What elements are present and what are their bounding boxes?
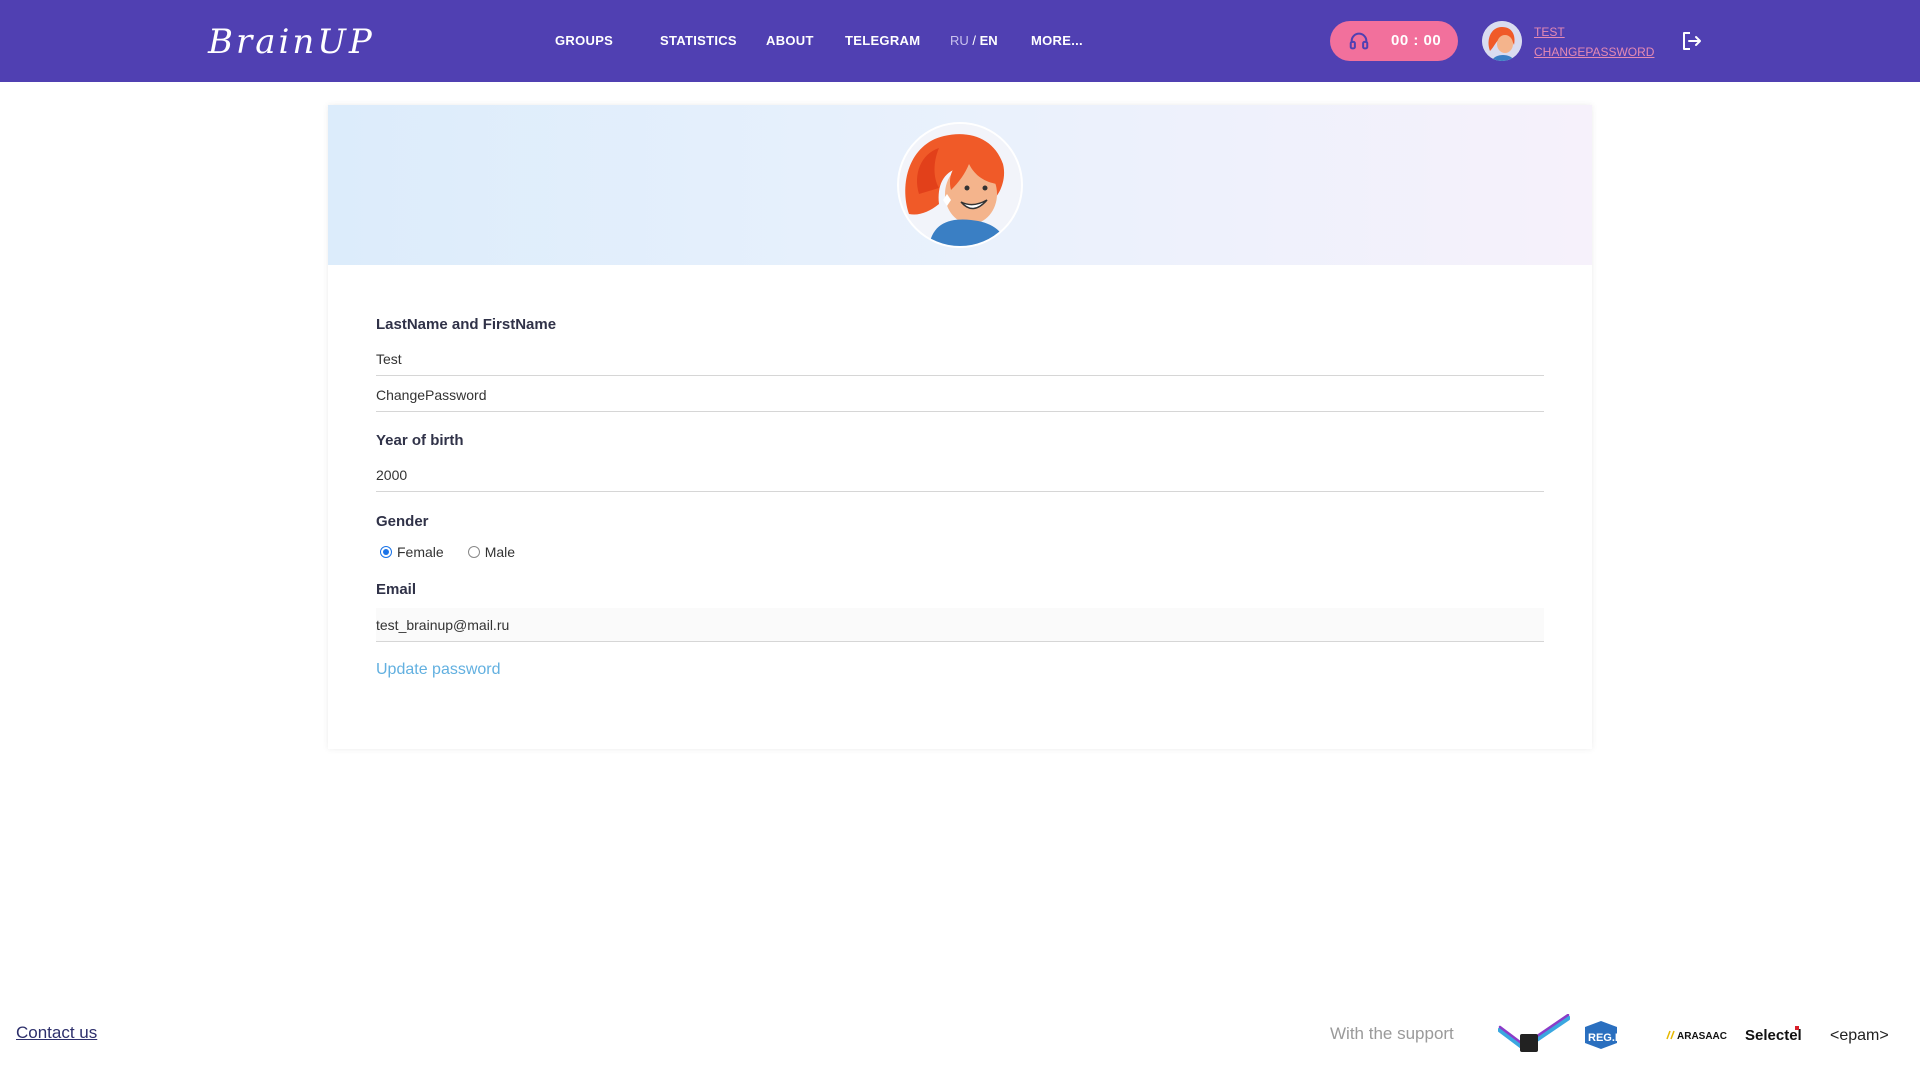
arasaac-text: ARASAAC <box>1677 1031 1727 1042</box>
gender-male-label: Male <box>484 544 516 560</box>
profile-card: LastName and FirstName Test ChangePasswo… <box>328 105 1592 749</box>
gender-male-radio[interactable] <box>467 546 480 558</box>
gender-label: Gender <box>376 513 429 530</box>
lang-separator: / <box>968 33 980 48</box>
sponsor-arasaac-logo[interactable]: ARASAAC <box>1665 1015 1735 1055</box>
audio-timer-button[interactable]: 00 : 00 <box>1330 21 1458 61</box>
nav-more[interactable]: MORE... <box>1031 33 1083 48</box>
contact-us-link[interactable]: Contact us <box>16 1023 97 1043</box>
name-label: LastName and FirstName <box>376 316 557 333</box>
nav-groups[interactable]: GROUPS <box>555 33 613 48</box>
birth-year-field[interactable]: 2000 <box>376 458 1544 492</box>
gender-female-radio[interactable] <box>380 546 392 558</box>
profile-banner <box>328 105 1592 265</box>
top-navbar: BrainUP GROUPS STATISTICS ABOUT TELEGRAM… <box>0 0 1920 82</box>
timer-value: 00 : 00 <box>1391 32 1442 49</box>
nav-telegram[interactable]: TELEGRAM <box>845 33 920 48</box>
last-name-field[interactable]: ChangePassword <box>376 378 1544 412</box>
language-switcher: RU / EN <box>950 33 998 48</box>
update-password-link[interactable]: Update password <box>376 661 501 679</box>
sponsor-selectel-logo[interactable]: Selectel <box>1745 1015 1819 1055</box>
first-name-field[interactable]: Test <box>376 342 1544 376</box>
brainup-logo[interactable]: BrainUP <box>208 22 375 62</box>
lang-ru[interactable]: RU <box>950 33 969 48</box>
birth-year-label: Year of birth <box>376 432 464 449</box>
gender-female-label: Female <box>397 544 444 560</box>
nav-about[interactable]: ABOUT <box>766 33 814 48</box>
lang-en[interactable]: EN <box>980 33 998 48</box>
nav-statistics[interactable]: STATISTICS <box>660 33 737 48</box>
user-avatar[interactable] <box>1482 21 1522 61</box>
profile-avatar[interactable] <box>897 122 1023 248</box>
sponsor-epam-logo[interactable]: <epam> <box>1830 1015 1898 1055</box>
epam-text: <epam> <box>1830 1027 1889 1044</box>
headphones-icon <box>1349 32 1369 50</box>
user-name-links: TEST CHANGEPASSWORD <box>1534 22 1654 62</box>
gender-radio-group: Female Male <box>380 544 515 560</box>
email-label: Email <box>376 581 417 598</box>
logout-icon[interactable] <box>1681 31 1703 51</box>
email-field[interactable]: test_brainup@mail.ru <box>376 608 1544 642</box>
user-first-name-link[interactable]: TEST <box>1534 22 1654 42</box>
regru-text: REG.RU <box>1588 1032 1631 1044</box>
sponsor-regru-logo[interactable]: REG.RU <box>1583 1015 1643 1055</box>
user-last-name-link[interactable]: CHANGEPASSWORD <box>1534 42 1654 62</box>
sponsor-logo-stripe[interactable] <box>1498 1014 1570 1055</box>
selectel-text: Selectel <box>1745 1027 1802 1044</box>
support-text: With the support <box>1330 1024 1454 1043</box>
